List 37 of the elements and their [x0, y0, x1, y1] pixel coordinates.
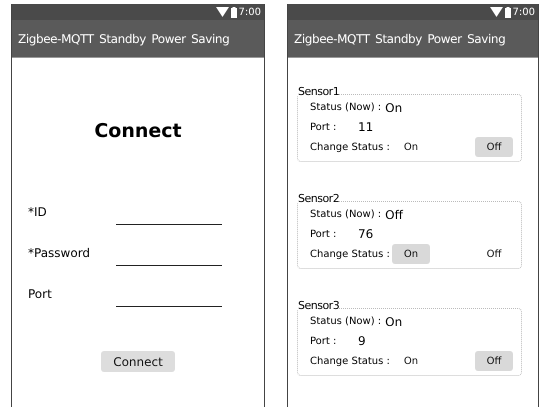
clock-time: 7:00	[512, 6, 535, 18]
port-value: 9	[358, 334, 366, 348]
connect-button[interactable]: Connect	[101, 351, 175, 372]
status-value: On	[385, 314, 402, 329]
change-status-label: Change Status :	[310, 248, 391, 260]
port-label: Port :	[310, 336, 338, 347]
wifi-icon	[490, 7, 503, 17]
port-label: Port :	[310, 122, 338, 133]
change-status-label: Change Status :	[310, 142, 391, 152]
status-option[interactable]: Off	[475, 137, 513, 157]
field-label: Port	[28, 287, 53, 303]
status-option[interactable]: On	[392, 137, 430, 157]
sensor-name: Sensor3	[298, 299, 340, 312]
status-value: On	[385, 100, 402, 115]
battery-icon	[230, 6, 237, 18]
port-label: Port :	[310, 228, 338, 240]
port-value: 76	[358, 227, 374, 242]
wifi-icon	[216, 7, 229, 17]
status-option[interactable]: On	[392, 351, 430, 371]
status-label: Status (Now) :	[310, 209, 382, 220]
field-label: *ID	[28, 205, 48, 221]
field-label: *Password	[28, 246, 92, 262]
status-label: Status (Now) :	[310, 316, 382, 328]
status-option[interactable]: Off	[475, 351, 513, 371]
connect-heading: Connect	[93, 120, 183, 142]
change-status-label: Change Status :	[310, 356, 391, 366]
sensor-name: Sensor1	[298, 85, 340, 98]
port-value: 11	[358, 120, 374, 134]
status-option[interactable]: Off	[475, 244, 513, 264]
status-option[interactable]: On	[392, 244, 430, 264]
sensor-name: Sensor2	[298, 192, 340, 205]
app-title: Zigbee-MQTT Standby Power Saving	[18, 32, 230, 46]
app-title: Zigbee-MQTT Standby Power Saving	[294, 32, 506, 46]
status-value: Off	[385, 208, 403, 222]
status-label: Status (Now) :	[310, 102, 382, 114]
battery-icon	[504, 6, 511, 18]
clock-time: 7:00	[238, 6, 261, 18]
